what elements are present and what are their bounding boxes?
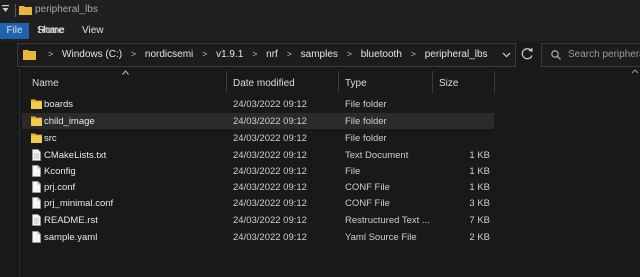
breadcrumb-bluetooth[interactable]: bluetooth <box>361 49 402 60</box>
text-file-icon <box>32 214 41 226</box>
file-type: File folder <box>345 133 387 144</box>
breadcrumb-separator[interactable]: > <box>287 49 292 59</box>
column-divider[interactable] <box>494 71 495 93</box>
breadcrumb: > Windows (C:) > nordicsemi > v1.9.1 > n… <box>42 49 488 60</box>
folder-icon <box>31 116 42 126</box>
table-row[interactable]: child_image 24/03/2022 09:12 File folder <box>22 113 494 129</box>
file-type: Restructured Text ... <box>345 215 430 226</box>
table-row[interactable]: prj_minimal.conf 24/03/2022 09:12 CONF Fil… <box>22 195 494 211</box>
file-type: File <box>345 166 361 177</box>
folder-icon <box>31 133 42 143</box>
sort-ascending-icon <box>122 70 129 75</box>
tab-file[interactable]: File <box>0 23 29 39</box>
file-type: CONF File <box>345 182 390 193</box>
file-date-modified: 24/03/2022 09:12 <box>233 133 307 144</box>
search-box[interactable] <box>541 43 640 67</box>
window-title: peripheral_lbs <box>35 4 98 15</box>
file-name: boards <box>44 99 74 110</box>
table-row[interactable]: README.rst 24/03/2022 09:12 Restructured T… <box>22 212 494 228</box>
file-date-modified: 24/03/2022 09:12 <box>233 232 307 243</box>
file-date-modified: 24/03/2022 09:12 <box>233 166 307 177</box>
navigation-bar: > Windows (C:) > nordicsemi > v1.9.1 > n… <box>0 41 640 68</box>
quick-access-dropdown-icon[interactable] <box>2 5 9 14</box>
file-name: CMakeLists.txt <box>44 150 107 161</box>
file-size: 1 KB <box>469 182 490 193</box>
breadcrumb-nrf[interactable]: nrf <box>266 49 278 60</box>
ribbon-tabs: File Home Share View <box>0 21 640 41</box>
column-header-date[interactable]: Date modified <box>233 78 295 89</box>
breadcrumb-separator[interactable]: > <box>411 49 416 59</box>
breadcrumb-separator[interactable]: > <box>347 49 352 59</box>
file-date-modified: 24/03/2022 09:12 <box>233 99 307 110</box>
file-name: prj.conf <box>44 182 76 193</box>
breadcrumb-version[interactable]: v1.9.1 <box>216 49 243 60</box>
navigation-pane[interactable] <box>0 68 20 277</box>
file-list: Name Date modified Type Size boards 24/03… <box>20 68 640 277</box>
file-icon <box>32 181 41 193</box>
title-divider <box>15 4 16 17</box>
file-date-modified: 24/03/2022 09:12 <box>233 182 307 193</box>
address-bar[interactable]: > Windows (C:) > nordicsemi > v1.9.1 > n… <box>17 43 516 67</box>
file-name: child_image <box>44 116 95 127</box>
search-input[interactable] <box>568 47 640 62</box>
file-name: Kconfig <box>44 166 76 177</box>
scroll-arrow-icon[interactable] <box>630 68 640 277</box>
table-row[interactable]: CMakeLists.txt 24/03/2022 09:12 Text Docum… <box>22 147 494 163</box>
folder-icon <box>19 6 32 15</box>
file-size: 1 KB <box>469 166 490 177</box>
refresh-icon[interactable] <box>519 45 536 63</box>
column-divider[interactable] <box>338 71 339 93</box>
file-name: src <box>44 133 57 144</box>
column-divider[interactable] <box>432 71 433 93</box>
column-header-size[interactable]: Size <box>439 78 458 89</box>
breadcrumb-separator[interactable]: > <box>48 49 53 59</box>
file-name: prj_minimal.conf <box>44 198 114 209</box>
breadcrumb-nordicsemi[interactable]: nordicsemi <box>145 49 193 60</box>
table-row[interactable]: prj.conf 24/03/2022 09:12 CONF File 1 KB <box>22 179 494 195</box>
table-row[interactable]: boards 24/03/2022 09:12 File folder <box>22 96 494 112</box>
tab-share[interactable]: Share <box>37 25 64 36</box>
breadcrumb-peripheral-lbs[interactable]: peripheral_lbs <box>425 49 488 60</box>
file-icon <box>32 231 41 243</box>
breadcrumb-samples[interactable]: samples <box>301 49 338 60</box>
file-type: Text Document <box>345 150 409 161</box>
breadcrumb-separator[interactable]: > <box>131 49 136 59</box>
table-row[interactable]: src 24/03/2022 09:12 File folder <box>22 130 494 146</box>
breadcrumb-separator[interactable]: > <box>252 49 257 59</box>
text-file-icon <box>32 149 41 161</box>
file-date-modified: 24/03/2022 09:12 <box>233 150 307 161</box>
file-type: File folder <box>345 116 387 127</box>
column-header-name[interactable]: Name <box>32 78 59 89</box>
file-size: 7 KB <box>469 215 490 226</box>
file-date-modified: 24/03/2022 09:12 <box>233 198 307 209</box>
file-icon <box>32 165 41 177</box>
table-row[interactable]: Kconfig 24/03/2022 09:12 File 1 KB <box>22 163 494 179</box>
file-size: 2 KB <box>469 232 490 243</box>
file-name: README.rst <box>44 215 98 226</box>
file-size: 1 KB <box>469 150 490 161</box>
file-icon <box>32 197 41 209</box>
chevron-down-icon[interactable] <box>502 50 511 59</box>
file-date-modified: 24/03/2022 09:12 <box>233 215 307 226</box>
folder-icon <box>31 99 42 109</box>
search-icon <box>551 50 561 60</box>
tab-view[interactable]: View <box>82 25 104 36</box>
file-type: File folder <box>345 99 387 110</box>
breadcrumb-separator[interactable]: > <box>202 49 207 59</box>
file-date-modified: 24/03/2022 09:12 <box>233 116 307 127</box>
file-size: 3 KB <box>469 198 490 209</box>
folder-icon <box>23 50 36 60</box>
file-type: CONF File <box>345 198 390 209</box>
column-header-type[interactable]: Type <box>345 78 367 89</box>
column-divider[interactable] <box>226 71 227 93</box>
table-row[interactable]: sample.yaml 24/03/2022 09:12 Yaml Source F… <box>22 229 494 245</box>
title-bar: peripheral_lbs <box>0 0 640 21</box>
file-type: Yaml Source File <box>345 232 417 243</box>
breadcrumb-windows-c[interactable]: Windows (C:) <box>62 49 122 60</box>
file-name: sample.yaml <box>44 232 98 243</box>
